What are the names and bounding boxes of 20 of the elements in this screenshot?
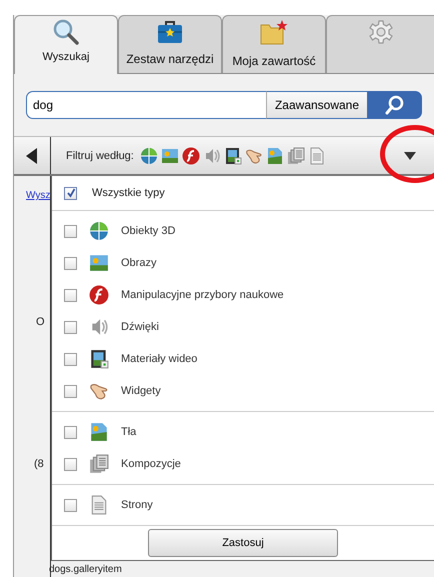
tab[interactable]: Moja zawartość xyxy=(222,15,326,73)
option-label: Materiały wideo xyxy=(121,353,198,365)
tab[interactable]: Zestaw narzędzi xyxy=(118,15,222,73)
advanced-button[interactable]: Zaawansowane xyxy=(266,91,368,119)
option-label: Wszystkie typy xyxy=(92,187,165,199)
search-field[interactable]: dog xyxy=(26,91,266,119)
option-label: Manipulacyjne przybory naukowe xyxy=(121,289,284,301)
filter-label: Filtruj według: xyxy=(66,150,134,162)
option-label: Tła xyxy=(121,426,136,438)
apply-button[interactable]: Zastosuj xyxy=(148,529,338,557)
text-fragment: O xyxy=(36,316,45,328)
option-label: Widgety xyxy=(121,385,161,397)
option-label: Strony xyxy=(121,499,153,511)
search-link[interactable]: Wysz xyxy=(26,190,50,201)
option-label: Kompozycje xyxy=(121,458,181,470)
option-label: Dźwięki xyxy=(121,321,159,333)
tab[interactable]: Wyszukaj xyxy=(14,15,118,74)
option-label: Obrazy xyxy=(121,257,156,269)
text-fragment: (8 xyxy=(34,458,44,470)
option-label: Obiekty 3D xyxy=(121,225,176,237)
